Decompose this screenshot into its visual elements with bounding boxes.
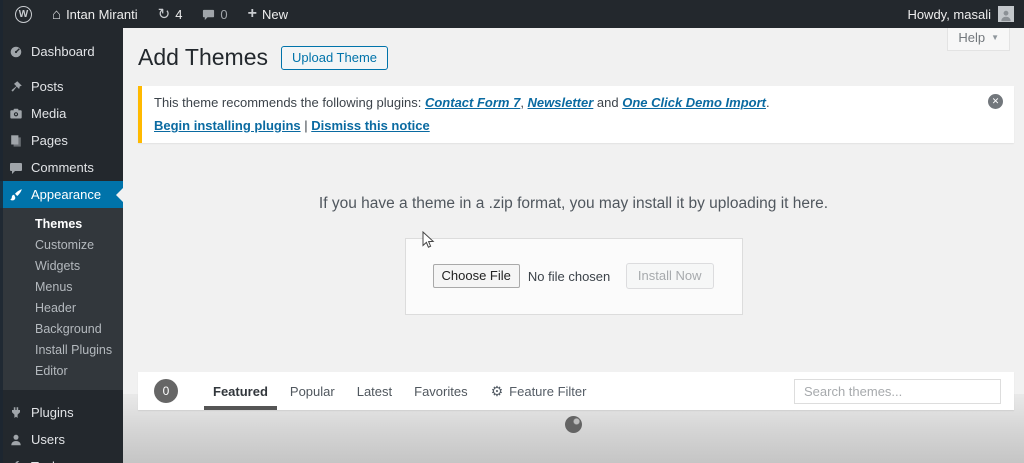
submenu-item-install-plugins[interactable]: Install Plugins <box>0 340 123 361</box>
admin-bar: W ⌂ Intan Miranti ↻ 4 0 + New Howdy, mas… <box>0 0 1024 28</box>
notice-separator: and <box>593 95 623 110</box>
sidebar-item-appearance[interactable]: Appearance <box>0 181 124 208</box>
wp-logo-menu[interactable]: W <box>8 0 39 28</box>
admin-bar-left: W ⌂ Intan Miranti ↻ 4 0 + New <box>0 0 295 28</box>
notice-separator: , <box>520 95 528 110</box>
media-icon <box>10 108 22 118</box>
close-icon[interactable]: ✕ <box>988 94 1003 109</box>
action-separator: | <box>300 118 312 133</box>
sidebar-item-label: Comments <box>31 160 94 175</box>
howdy-label[interactable]: Howdy, masali <box>907 7 991 22</box>
notice-line-2: Begin installing plugins | Dismiss this … <box>154 117 970 134</box>
paintbrush-icon <box>10 188 22 200</box>
user-avatar[interactable] <box>998 6 1014 22</box>
updates-icon: ↻ <box>157 5 171 23</box>
sidebar-item-label: Users <box>31 432 65 447</box>
plus-icon: + <box>247 5 257 22</box>
plugin-link-one-click-demo-import[interactable]: One Click Demo Import <box>622 95 766 110</box>
pin-icon <box>11 80 22 92</box>
submenu-item-menus[interactable]: Menus <box>0 277 123 298</box>
file-input-group: Choose File No file chosen <box>432 264 611 288</box>
tab-latest[interactable]: Latest <box>348 372 401 410</box>
choose-file-button[interactable]: Choose File <box>432 264 520 288</box>
sidebar-item-tools[interactable]: Tools <box>0 453 123 463</box>
begin-installing-plugins-link[interactable]: Begin installing plugins <box>154 118 301 133</box>
submenu-item-themes[interactable]: Themes <box>0 214 123 235</box>
theme-browser-toolbar: 0 Featured Popular Latest Favorites ⚙ Fe… <box>138 372 1014 410</box>
comments-count: 0 <box>220 6 228 22</box>
tab-featured[interactable]: Featured <box>204 372 277 410</box>
new-content-menu[interactable]: + New <box>241 0 295 28</box>
sidebar-item-comments[interactable]: Comments <box>0 154 123 181</box>
sidebar: Dashboard Posts Media Pages Comments App… <box>0 28 124 463</box>
loading-spinner-icon <box>565 416 582 433</box>
active-menu-arrow <box>108 186 124 203</box>
plugin-notice: This theme recommends the following plug… <box>138 86 1014 143</box>
tab-popular[interactable]: Popular <box>281 372 344 410</box>
screen-edge <box>0 0 3 463</box>
sidebar-item-dashboard[interactable]: Dashboard <box>0 38 123 65</box>
comment-icon <box>10 162 22 174</box>
sidebar-item-plugins[interactable]: Plugins <box>0 399 123 426</box>
sidebar-item-label: Media <box>31 106 67 121</box>
sidebar-item-label: Dashboard <box>31 44 95 59</box>
admin-bar-right: Howdy, masali <box>907 6 1024 22</box>
chevron-down-icon: ▼ <box>991 33 999 42</box>
sidebar-item-label: Tools <box>31 459 61 463</box>
filter-tabs: Featured Popular Latest Favorites <box>204 372 477 410</box>
site-name-menu[interactable]: ⌂ Intan Miranti <box>45 0 145 28</box>
tab-favorites[interactable]: Favorites <box>405 372 476 410</box>
dismiss-notice-link[interactable]: Dismiss this notice <box>311 118 429 133</box>
feature-filter-label: Feature Filter <box>509 383 587 399</box>
wordpress-logo-icon: W <box>15 5 32 23</box>
plugin-icon <box>12 406 20 418</box>
submenu-item-background[interactable]: Background <box>0 319 123 340</box>
appearance-submenu: Themes Customize Widgets Menus Header Ba… <box>0 208 123 390</box>
theme-count-badge: 0 <box>154 379 178 403</box>
sidebar-item-media[interactable]: Media <box>0 100 123 127</box>
sidebar-item-pages[interactable]: Pages <box>0 127 123 154</box>
sidebar-item-label: Posts <box>31 79 64 94</box>
no-file-chosen-label: No file chosen <box>527 268 611 284</box>
notice-line-1: This theme recommends the following plug… <box>154 94 970 111</box>
users-icon <box>11 434 21 445</box>
updates-menu[interactable]: ↻ 4 <box>151 0 190 28</box>
submenu-item-header[interactable]: Header <box>0 298 123 319</box>
submenu-item-customize[interactable]: Customize <box>0 235 123 256</box>
install-now-button[interactable]: Install Now <box>625 263 714 289</box>
dashboard-icon <box>10 46 22 57</box>
upload-instruction: If you have a theme in a .zip format, yo… <box>318 195 829 212</box>
plugin-link-newsletter[interactable]: Newsletter <box>528 95 594 110</box>
sidebar-item-users[interactable]: Users <box>0 426 123 453</box>
upload-theme-button[interactable]: Upload Theme <box>280 46 389 70</box>
notice-period: . <box>765 95 770 110</box>
plugin-link-contact-form-7[interactable]: Contact Form 7 <box>425 95 520 110</box>
help-tab[interactable]: Help ▼ <box>947 26 1010 51</box>
submenu-item-editor[interactable]: Editor <box>0 361 123 382</box>
wrench-icon <box>15 460 22 463</box>
home-icon: ⌂ <box>52 5 62 23</box>
submenu-item-widgets[interactable]: Widgets <box>0 256 123 277</box>
main-content: Help ▼ Add Themes Upload Theme This them… <box>123 26 1024 463</box>
sidebar-item-label: Pages <box>31 133 68 148</box>
updates-count: 4 <box>175 6 183 22</box>
page-title: Add Themes <box>138 44 268 71</box>
gear-icon: ⚙ <box>490 383 504 399</box>
comments-bubble-icon <box>203 9 215 20</box>
upload-theme-form: Choose File No file chosen Install Now <box>404 238 743 315</box>
help-label: Help <box>958 30 986 45</box>
page-header: Add Themes Upload Theme <box>123 28 1024 74</box>
sidebar-item-posts[interactable]: Posts <box>0 73 123 100</box>
sidebar-item-label: Plugins <box>31 405 74 420</box>
search-themes-input[interactable] <box>794 378 1001 404</box>
person-icon <box>1001 10 1011 22</box>
pages-icon <box>11 134 21 147</box>
notice-text: This theme recommends the following plug… <box>154 95 425 110</box>
new-label: New <box>262 6 289 22</box>
feature-filter-button[interactable]: ⚙ Feature Filter <box>491 384 587 399</box>
site-name-label: Intan Miranti <box>66 6 138 22</box>
sidebar-item-label: Appearance <box>31 187 102 202</box>
comments-menu[interactable]: 0 <box>195 0 234 28</box>
